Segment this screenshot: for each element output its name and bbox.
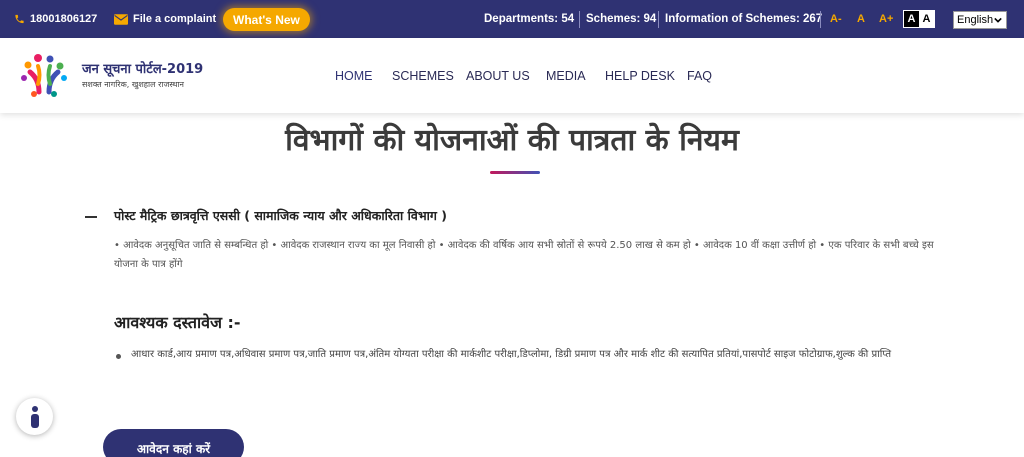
documents-heading: आवश्यक दस्तावेज :- [114, 313, 241, 332]
font-decrease-button[interactable]: A- [830, 0, 842, 38]
normal-contrast-button[interactable]: A [919, 11, 934, 27]
info-schemes-count[interactable]: Information of Schemes: 267 [665, 0, 822, 38]
complaint-label: File a complaint [133, 13, 217, 25]
nav-faq[interactable]: FAQ [687, 38, 712, 113]
nav-about-us[interactable]: ABOUT US [466, 38, 530, 113]
site-header: जन सूचना पोर्टल-2019 सशक्त नागरिक, खुशहा… [0, 38, 1024, 113]
helpline-number: 18001806127 [30, 13, 98, 25]
divider [658, 11, 659, 28]
info-button[interactable] [16, 398, 53, 435]
nav-media[interactable]: MEDIA [546, 38, 586, 113]
portal-logo[interactable] [16, 50, 72, 100]
phone-icon [15, 14, 24, 24]
title-underline [490, 171, 540, 174]
documents-list-item: आधार कार्ड,आय प्रमाण पत्र,अधिवास प्रमाण … [131, 349, 892, 360]
chevron-down-icon [994, 17, 1002, 23]
portal-title[interactable]: जन सूचना पोर्टल-2019 [82, 59, 203, 77]
helpline-link[interactable]: 18001806127 [14, 0, 97, 38]
scheme-title[interactable]: पोस्ट मैट्रिक छात्रवृत्ति एससी ( सामाजिक… [114, 207, 447, 224]
mail-icon [114, 13, 128, 25]
eligibility-text: • आवेदक अनुसूचित जाति से सम्बन्धित हो • … [114, 240, 934, 270]
whats-new-button[interactable]: What's New [223, 8, 310, 31]
nav-schemes[interactable]: SCHEMES [392, 38, 454, 113]
collapse-toggle[interactable] [85, 216, 97, 218]
portal-tagline: सशक्त नागरिक, खुशहाल राजस्थान [82, 80, 184, 89]
contrast-toggle[interactable]: A A [903, 10, 935, 28]
high-contrast-button[interactable]: A [904, 11, 919, 27]
list-bullet [116, 354, 121, 359]
nav-home[interactable]: HOME [335, 38, 373, 113]
info-icon [30, 405, 39, 428]
schemes-count[interactable]: Schemes: 94 [586, 0, 656, 38]
where-to-apply-button[interactable]: आवेदन कहां करें [103, 429, 244, 457]
font-normal-button[interactable]: A [857, 0, 865, 38]
font-increase-button[interactable]: A+ [879, 0, 893, 38]
divider [579, 11, 580, 28]
divider [820, 11, 821, 28]
file-complaint-link[interactable]: File a complaint [114, 0, 216, 38]
language-value: English [957, 14, 994, 26]
top-bar: 18001806127 File a complaint What's New … [0, 0, 1024, 38]
nav-help-desk[interactable]: HELP DESK [605, 38, 675, 113]
language-select[interactable]: English [953, 11, 1007, 29]
departments-count[interactable]: Departments: 54 [484, 0, 574, 38]
page-title: विभागों की योजनाओं की पात्रता के नियम [285, 123, 739, 158]
